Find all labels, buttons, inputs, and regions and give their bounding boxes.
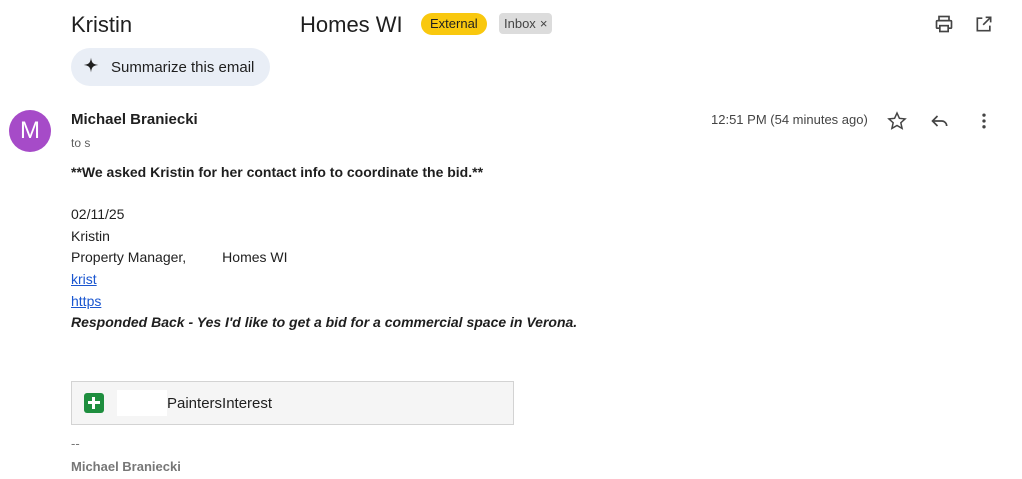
title-prefix: Property Manager,	[71, 249, 187, 265]
signature-name: Michael Braniecki	[71, 459, 181, 474]
title-suffix: Homes WI	[222, 249, 288, 265]
attachment-name: PaintersInterest	[167, 394, 273, 412]
message-time: 12:51 PM (54 minutes ago)	[711, 112, 868, 127]
more-vert-icon[interactable]	[971, 108, 997, 134]
remove-label-icon[interactable]: ×	[540, 13, 548, 34]
redacted-area	[117, 390, 167, 416]
recipient-line[interactable]: to s	[71, 136, 90, 150]
summarize-button[interactable]: Summarize this email	[71, 48, 271, 86]
body-response: Responded Back - Yes I'd like to get a b…	[71, 314, 578, 330]
body-date: 02/11/25	[71, 206, 125, 222]
subject-part-2: Homes WI	[300, 12, 403, 37]
attachment-chip[interactable]: PaintersInterest	[71, 381, 514, 425]
website-link[interactable]: https	[71, 293, 101, 309]
email-link[interactable]: krist	[71, 271, 97, 287]
sparkle-icon	[83, 57, 99, 77]
body-contact-name: Kristin	[71, 228, 110, 244]
reply-icon[interactable]	[927, 108, 953, 134]
subject-part-1: Kristin	[71, 12, 133, 37]
star-icon[interactable]	[884, 108, 910, 134]
label-inbox-text: Inbox	[504, 16, 536, 31]
signature-separator: --	[71, 436, 80, 451]
body-intro: **We asked Kristin for her contact info …	[71, 164, 484, 180]
avatar[interactable]: M	[9, 110, 51, 152]
label-external: External	[421, 13, 487, 35]
body-contact-title: Property Manager, Homes WI	[71, 249, 288, 265]
open-in-new-icon[interactable]	[972, 12, 996, 36]
summarize-label: Summarize this email	[111, 58, 255, 76]
sender-name[interactable]: Michael Braniecki	[71, 111, 198, 128]
google-sheets-icon	[84, 393, 104, 413]
print-icon[interactable]	[932, 12, 956, 36]
label-inbox[interactable]: Inbox ×	[499, 13, 553, 34]
